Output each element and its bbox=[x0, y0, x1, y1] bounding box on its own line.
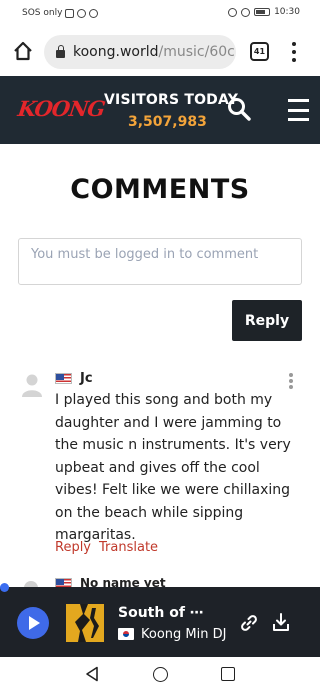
tab-switcher-button[interactable]: 41 bbox=[250, 42, 269, 61]
home-icon[interactable] bbox=[12, 40, 34, 62]
carrier-label: SOS only bbox=[22, 8, 63, 18]
back-icon[interactable] bbox=[85, 666, 99, 682]
system-nav-bar bbox=[0, 657, 320, 693]
comment-options-button[interactable] bbox=[289, 373, 293, 389]
eye-comfort-icon bbox=[241, 7, 251, 17]
reply-button[interactable]: Reply bbox=[232, 300, 302, 341]
status-left: SOS only bbox=[22, 8, 99, 18]
comment-reply-link[interactable]: Reply bbox=[55, 540, 91, 555]
url-host: koong.world bbox=[73, 44, 159, 60]
comment-translate-link[interactable]: Translate bbox=[99, 540, 158, 555]
link-icon[interactable] bbox=[240, 614, 258, 632]
comments-heading: COMMENTS bbox=[70, 174, 250, 205]
track-artist[interactable]: Koong Min DJ bbox=[141, 627, 226, 642]
comment-input[interactable] bbox=[18, 238, 302, 285]
menu-dot bbox=[292, 42, 296, 46]
hamburger-menu-button[interactable] bbox=[288, 99, 309, 121]
visitors-label: VISITORS TODAY bbox=[104, 92, 239, 108]
battery-icon bbox=[254, 8, 271, 16]
visitors-count: 3,507,983 bbox=[128, 114, 207, 130]
comment-text: I played this song and both my daughter … bbox=[55, 392, 291, 543]
site-header: KOONG VISITORS TODAY 3,507,983 bbox=[0, 76, 320, 144]
album-art[interactable] bbox=[66, 604, 104, 642]
menu-dot bbox=[289, 373, 293, 377]
menu-bar bbox=[288, 99, 309, 102]
sim-icon bbox=[65, 8, 75, 18]
us-flag-icon bbox=[55, 373, 72, 384]
wifi-icon bbox=[77, 8, 87, 18]
url-path: /music/60c bbox=[158, 44, 235, 60]
home-nav-icon[interactable] bbox=[153, 667, 168, 682]
status-bar: SOS only 10:30 bbox=[0, 0, 320, 28]
play-button[interactable] bbox=[17, 607, 49, 639]
avatar-icon bbox=[22, 374, 42, 397]
browser-toolbar: koong.world/music/60c 41 bbox=[0, 28, 320, 76]
search-icon[interactable] bbox=[227, 97, 251, 121]
recent-apps-icon[interactable] bbox=[221, 667, 235, 681]
site-logo[interactable]: KOONG bbox=[16, 96, 106, 121]
menu-dot bbox=[289, 379, 293, 383]
player-progress-handle[interactable] bbox=[0, 583, 9, 592]
menu-dot bbox=[292, 58, 296, 62]
track-title[interactable]: South of ⋯ bbox=[118, 605, 204, 621]
comment-actions: Reply Translate bbox=[55, 540, 158, 555]
browser-menu-button[interactable] bbox=[289, 42, 299, 62]
alarm-icon bbox=[228, 7, 238, 17]
status-right: 10:30 bbox=[228, 7, 300, 17]
lock-icon bbox=[56, 45, 65, 58]
url-bar[interactable]: koong.world/music/60c bbox=[44, 35, 236, 69]
mini-player: South of ⋯ Koong Min DJ bbox=[0, 587, 320, 657]
status-time: 10:30 bbox=[274, 7, 300, 17]
menu-bar bbox=[288, 108, 309, 112]
download-icon[interactable] bbox=[272, 613, 290, 632]
sync-icon bbox=[89, 8, 99, 18]
kr-flag-icon bbox=[118, 628, 134, 640]
comment-author[interactable]: Jc bbox=[80, 371, 93, 386]
menu-bar bbox=[288, 118, 309, 121]
menu-dot bbox=[292, 50, 296, 54]
